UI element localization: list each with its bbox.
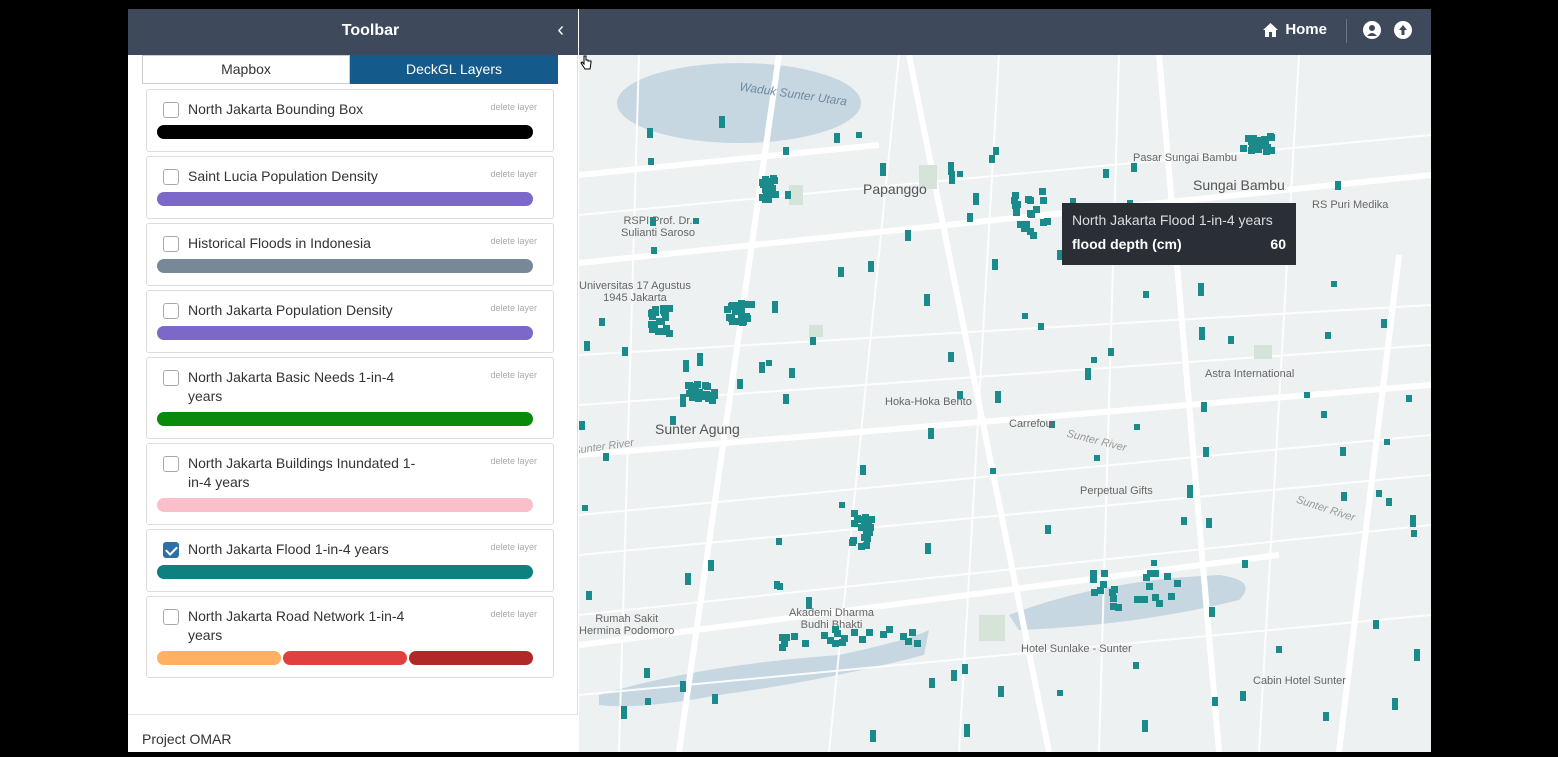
tooltip-value: 60 — [1270, 236, 1286, 252]
layer-checkbox[interactable] — [163, 303, 179, 319]
layer-card: North Jakarta Basic Needs 1-in-4 years de… — [146, 357, 554, 439]
map-label-hotel-sunlake: Hotel Sunlake - Sunter — [1021, 643, 1132, 655]
map-label-papanggo: Papanggo — [863, 181, 927, 197]
layer-name: North Jakarta Bounding Box — [188, 101, 364, 117]
map-label-univ-line2: 1945 Jakarta — [603, 292, 667, 304]
map-label-rspi-line2: Sulianti Saroso — [621, 227, 695, 239]
layer-color-legend — [157, 192, 533, 206]
sidebar-footer: Project OMAR — [128, 714, 578, 752]
pointer-hand-icon — [580, 55, 592, 70]
map-label-hoka: Hoka-Hoka Bento — [885, 396, 972, 408]
home-label: Home — [1285, 21, 1327, 38]
layer-list: North Jakarta Bounding Box delete layer Sa… — [146, 89, 554, 682]
map-label-akademi-line1: Akademi Dharma — [789, 607, 874, 619]
feature-tooltip: North Jakarta Flood 1-in-4 years flood d… — [1062, 203, 1296, 265]
upload-icon[interactable] — [1394, 21, 1412, 39]
tooltip-key: flood depth (cm) — [1072, 236, 1182, 252]
map-label-rs-puri: RS Puri Medika — [1312, 199, 1389, 211]
tooltip-row: flood depth (cm) 60 — [1072, 236, 1286, 252]
map-label-cabin-hotel: Cabin Hotel Sunter — [1253, 675, 1346, 687]
layer-card: North Jakarta Bounding Box delete layer — [146, 89, 554, 152]
layer-color-legend — [157, 498, 533, 512]
layer-checkbox[interactable] — [163, 542, 179, 558]
delete-layer-button[interactable]: delete layer — [490, 370, 537, 380]
layer-card: North Jakarta Population Density delete l… — [146, 290, 554, 353]
layer-color-swatch — [157, 125, 533, 139]
layer-card: North Jakarta Flood 1-in-4 years delete l… — [146, 529, 554, 592]
layer-color-swatch — [283, 651, 407, 665]
tab-deckgl-layers[interactable]: DeckGL Layers — [350, 55, 558, 84]
layer-color-swatch — [157, 498, 533, 512]
sidebar-header: Toolbar ‹ — [128, 9, 578, 55]
layer-checkbox[interactable] — [163, 609, 179, 625]
layer-color-legend — [157, 412, 533, 426]
delete-layer-button[interactable]: delete layer — [490, 303, 537, 313]
map-label-akademi: Akademi Dharma Budhi Bhakti — [789, 607, 874, 631]
layer-card: Historical Floods in Indonesia delete lay… — [146, 223, 554, 286]
map-label-rumah-line1: Rumah Sakit — [595, 613, 659, 625]
delete-layer-button[interactable]: delete layer — [490, 236, 537, 246]
tab-mapbox[interactable]: Mapbox — [142, 55, 350, 84]
tooltip-title: North Jakarta Flood 1-in-4 years — [1072, 212, 1273, 228]
map-label-rspi-line1: RSPI Prof. Dr. — [623, 215, 693, 227]
top-navbar: Home — [579, 9, 1431, 55]
layer-color-swatch — [157, 651, 281, 665]
map-label-carrefour: Carrefour — [1009, 418, 1056, 430]
home-button[interactable]: Home — [1262, 21, 1327, 38]
layer-name: North Jakarta Flood 1-in-4 years — [188, 541, 389, 557]
layer-name: North Jakarta Population Density — [188, 302, 393, 318]
delete-layer-button[interactable]: delete layer — [490, 102, 537, 112]
layer-color-swatch — [157, 326, 533, 340]
layer-color-swatch — [157, 192, 533, 206]
map-label-rumah-line2: Hermina Podomoro — [579, 625, 675, 637]
map-canvas[interactable]: Waduk Sunter Utara Papanggo Sungai Bambu… — [579, 55, 1431, 752]
layer-color-legend — [157, 326, 533, 340]
layer-checkbox[interactable] — [163, 169, 179, 185]
delete-layer-button[interactable]: delete layer — [490, 169, 537, 179]
layer-checkbox[interactable] — [163, 236, 179, 252]
layer-checkbox[interactable] — [163, 370, 179, 386]
layer-card: Saint Lucia Population Density delete lay… — [146, 156, 554, 219]
map-label-univ: Universitas 17 Agustus 1945 Jakarta — [579, 280, 691, 304]
map-label-rspi: RSPI Prof. Dr. Sulianti Saroso — [621, 215, 695, 239]
layer-color-legend — [157, 259, 533, 273]
layer-color-legend — [157, 125, 533, 139]
map-label-univ-line1: Universitas 17 Agustus — [579, 280, 691, 292]
map-base — [579, 55, 1431, 752]
layer-color-legend — [157, 651, 533, 665]
sidebar-title: Toolbar — [341, 22, 400, 39]
user-icon[interactable] — [1363, 21, 1381, 39]
layer-color-swatch — [409, 651, 533, 665]
layer-color-swatch — [157, 412, 533, 426]
layer-color-swatch — [157, 259, 533, 273]
delete-layer-button[interactable]: delete layer — [490, 456, 537, 466]
layer-name: North Jakarta Basic Needs 1-in-4 years — [188, 369, 395, 404]
layer-checkbox[interactable] — [163, 456, 179, 472]
home-icon — [1263, 22, 1279, 37]
layer-color-swatch — [157, 565, 533, 579]
toolbar-sidebar: Toolbar ‹ Mapbox DeckGL Layers North Jak… — [128, 9, 578, 752]
divider — [1346, 19, 1347, 43]
map-label-rumah-sakit: Rumah Sakit Hermina Podomoro — [579, 613, 674, 637]
tab-bar: Mapbox DeckGL Layers — [142, 55, 558, 84]
layer-card: North Jakarta Road Network 1-in-4 years d… — [146, 596, 554, 678]
layer-name: North Jakarta Road Network 1-in-4 years — [188, 608, 405, 643]
delete-layer-button[interactable]: delete layer — [490, 542, 537, 552]
layer-color-legend — [157, 565, 533, 579]
map-label-akademi-line2: Budhi Bhakti — [800, 619, 863, 631]
map-label-astra: Astra International — [1205, 368, 1295, 380]
delete-layer-button[interactable]: delete layer — [490, 609, 537, 619]
chevron-left-icon[interactable]: ‹ — [557, 18, 564, 42]
map-label-sungai-bambu: Sungai Bambu — [1193, 177, 1285, 193]
layer-name: North Jakarta Buildings Inundated 1-in-4… — [188, 455, 416, 490]
layer-card: North Jakarta Buildings Inundated 1-in-4… — [146, 443, 554, 525]
project-name: Project OMAR — [142, 731, 232, 747]
app-window: Toolbar ‹ Mapbox DeckGL Layers North Jak… — [128, 9, 1431, 752]
map-label-sunter-agung: Sunter Agung — [655, 421, 740, 437]
layer-name: Saint Lucia Population Density — [188, 168, 378, 184]
map-label-perpetual: Perpetual Gifts — [1080, 485, 1153, 497]
map-label-pasar: Pasar Sungai Bambu — [1133, 152, 1237, 164]
layer-checkbox[interactable] — [163, 102, 179, 118]
layer-name: Historical Floods in Indonesia — [188, 235, 371, 251]
